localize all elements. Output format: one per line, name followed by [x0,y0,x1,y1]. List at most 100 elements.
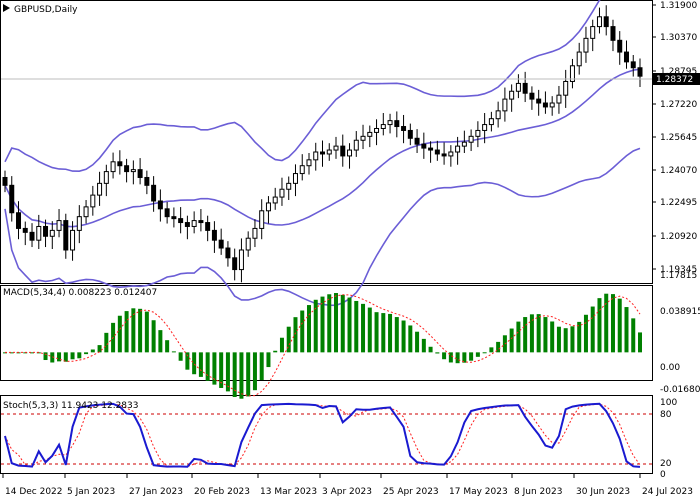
price-tick-label: 1.22495 [660,198,697,208]
candle-body [76,216,82,231]
candle-body [151,184,157,202]
macd-tick-label: -0.016808 [660,385,700,395]
candle-body [36,225,42,241]
macd-axis: 0.038915 0.00 -0.016808 [660,307,700,395]
candle-body [225,247,231,259]
candle-body [97,182,103,196]
candle-body [515,82,521,92]
candle-body [286,182,292,190]
candle-body [9,184,15,214]
macd-bar [313,299,318,353]
candle-body [2,176,8,186]
macd-bar [259,352,264,381]
candle-body [83,206,89,218]
candle-body [414,137,420,145]
candle-body [252,227,258,239]
candle-body [434,149,440,155]
candle-body [205,222,211,231]
macd-bar [401,320,406,353]
price-panel-frame [0,0,653,284]
candle-body [630,61,636,69]
time-tick-label: 20 Feb 2023 [194,487,250,497]
candle-body [164,208,170,218]
macd-bar [340,294,345,353]
candle-body [502,98,508,112]
macd-bar [428,346,433,353]
macd-bar [178,352,183,361]
candle-body [211,229,217,241]
stoch-main-line [4,402,641,468]
macd-bar [610,294,615,353]
candle-body [482,124,488,131]
chart-title-arrow-icon [3,4,10,12]
candle-body [421,143,427,149]
time-tick-label: 8 Jun 2023 [514,487,562,497]
candle-body [259,210,265,229]
candle-body [265,202,271,212]
macd-bar [124,311,129,353]
price-tick-label: 1.25645 [660,133,697,143]
candle-body [610,26,616,41]
time-tick-label: 14 Dec 2022 [5,487,63,497]
candle-body [103,171,109,184]
macd-bar [631,318,636,353]
price-tick-label: 1.20920 [660,232,697,242]
candle-body [475,129,481,137]
candle-body [110,161,116,173]
candle-body [556,94,562,104]
macd-bar [151,320,156,353]
macd-bar [381,313,386,353]
symbol-title: GBPUSD,Daily [14,5,78,15]
candle-body [292,173,298,184]
macd-bar [638,332,642,353]
candle-body [448,151,454,157]
macd-bar [293,317,298,353]
trading-chart[interactable]: 1.319001.303701.287951.272201.256451.240… [0,0,700,500]
price-tick-label: 1.24070 [660,166,697,176]
candle-body [401,126,407,131]
candle-body [279,188,285,198]
candle-body [232,257,238,271]
candle-body [542,102,548,108]
stoch-tick-label: 0 [660,470,666,480]
candle-body [407,129,413,139]
candle-body [306,159,312,167]
candle-body [320,151,325,155]
macd-bar [361,303,366,353]
macd-bar [279,337,284,353]
macd-bar [138,308,143,353]
candle-body [63,220,69,251]
macd-bar [421,338,426,353]
time-tick-label: 3 Apr 2023 [322,487,372,497]
macd-bar [570,326,575,353]
candle-body [137,169,143,178]
macd-bar [239,352,244,399]
candle-body [326,149,332,155]
candle-body [603,16,609,28]
candle-body [272,196,278,204]
candle-body [549,102,555,108]
candle-body [461,141,467,147]
candle-body [347,149,353,157]
macd-bar [435,352,440,354]
macd-bar [516,321,521,353]
candle-body [49,229,55,237]
macd-bar [563,328,568,353]
macd-bar [394,317,399,353]
time-tick-label: 17 May 2023 [449,487,508,497]
price-candles [2,5,643,283]
candle-body [522,82,528,94]
price-tick-label: 1.27220 [660,100,697,110]
candle-body [56,220,62,231]
macd-bar [117,315,122,353]
candle-body [387,120,393,126]
macd-bar [334,293,339,353]
macd-bar [354,300,359,353]
candle-body [374,127,380,133]
macd-bar [320,296,325,353]
price-tick-label: 1.17815 [660,271,697,281]
macd-bar [604,293,609,353]
candle-body [340,145,346,157]
candle-body [191,220,197,227]
macd-histogram [3,293,642,399]
